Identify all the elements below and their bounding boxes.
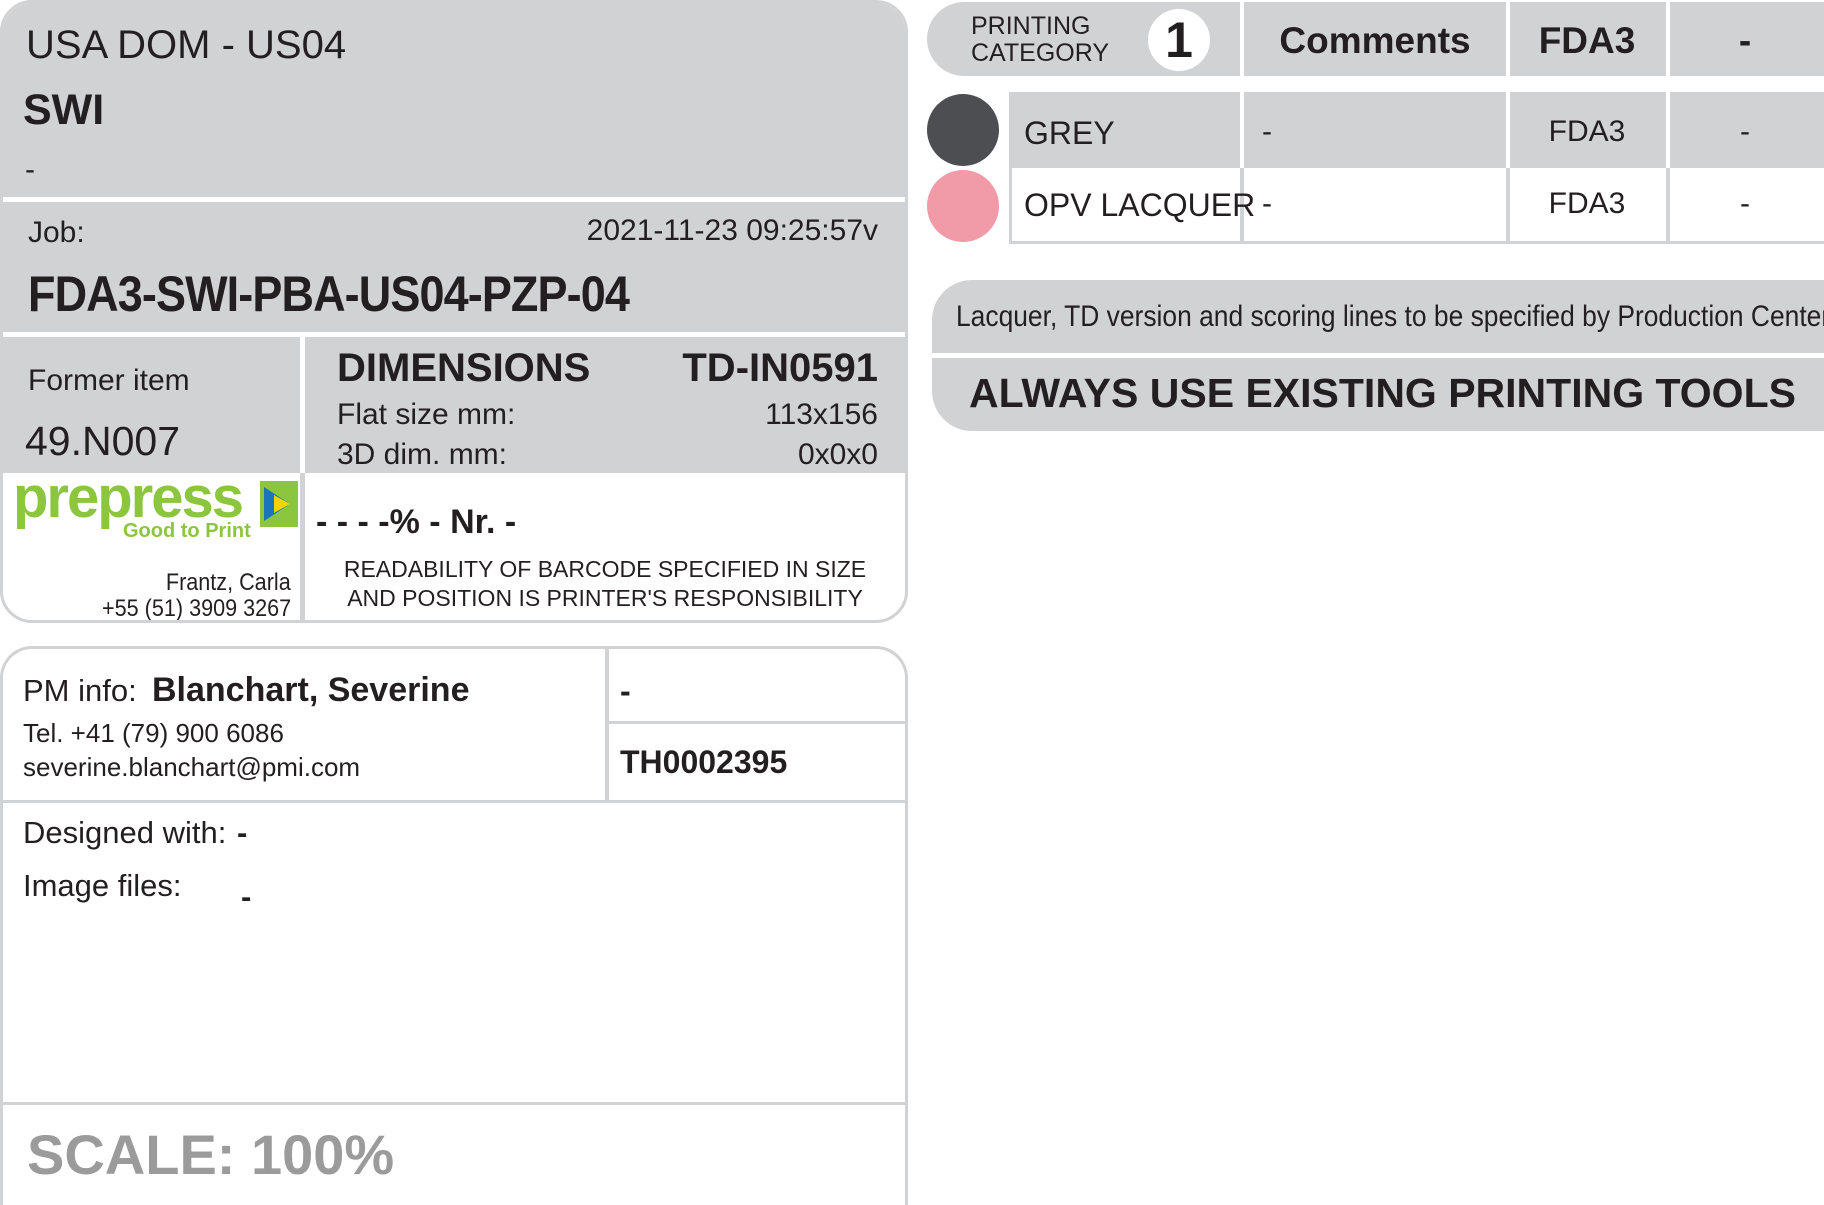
header-sep-1 <box>1240 2 1244 76</box>
td-code: TD-IN0591 <box>682 346 878 390</box>
last-header: - <box>1738 20 1752 61</box>
job-code: FDA3-SWI-PBA-US04-PZP-04 <box>28 266 630 322</box>
header-subtitle: - <box>25 153 35 186</box>
comments-header: Comments <box>1279 20 1471 61</box>
color-comment: - <box>1262 187 1272 220</box>
scale-text: SCALE: 100% <box>27 1123 395 1186</box>
color-last: - <box>1740 187 1750 220</box>
logo-word: prepress <box>13 465 244 530</box>
image-files-label: Image files: <box>23 868 182 903</box>
color-fda: FDA3 <box>1548 115 1626 148</box>
notice-line-1: Lacquer, TD version and scoring lines to… <box>956 300 1824 333</box>
contact-name: Frantz, Carla <box>166 569 291 596</box>
color-swatch-grey <box>927 94 999 166</box>
barcode-spec: - - - -% - Nr. - <box>316 503 517 541</box>
logo-arrow-icon <box>260 481 298 527</box>
pm-field-divider <box>609 721 905 724</box>
color-last: - <box>1740 115 1750 148</box>
scale-divider <box>3 1102 905 1105</box>
notice-line-2: ALWAYS USE EXISTING PRINTING TOOLS <box>969 370 1796 416</box>
pm-bottom-divider <box>3 800 905 803</box>
fda-header: FDA3 <box>1538 20 1636 61</box>
job-label: Job: <box>28 216 85 249</box>
category-label-1: PRINTING <box>971 12 1091 40</box>
category-number-badge: 1 <box>1148 9 1210 71</box>
row1-sep-3 <box>1666 92 1670 168</box>
region-label: USA DOM - US04 <box>26 23 347 67</box>
category-label-2: CATEGORY <box>971 39 1109 67</box>
prepress-logo: prepress Good to Print <box>13 469 303 543</box>
brand-label: SWI <box>23 86 105 134</box>
dim3d-label: 3D dim. mm: <box>337 438 508 471</box>
job-timestamp: 2021-11-23 09:25:57v <box>586 214 878 247</box>
color-row-grey <box>1009 92 1824 168</box>
pm-tel: Tel. +41 (79) 900 6086 <box>23 718 284 748</box>
pm-info-card: PM info: Blanchart, Severine Tel. +41 (7… <box>0 646 908 1205</box>
category-number: 1 <box>1165 12 1193 68</box>
header-sep-2 <box>1506 2 1510 76</box>
flat-size-value: 113x156 <box>765 398 878 431</box>
color-fda: FDA3 <box>1548 187 1626 220</box>
flat-size-label: Flat size mm: <box>337 398 516 431</box>
row1-sep-1 <box>1240 92 1244 168</box>
logo-tagline: Good to Print <box>123 520 251 542</box>
header-sep-3 <box>1666 2 1670 76</box>
row2-sep-3 <box>1666 168 1670 244</box>
row2-sep-2 <box>1506 168 1510 244</box>
job-info-card: USA DOM - US04 SWI - Job: 2021-11-23 09:… <box>0 0 908 623</box>
dim3d-value: 0x0x0 <box>797 438 878 471</box>
designed-with-value: - <box>237 815 248 850</box>
dimensions-title: DIMENSIONS <box>337 346 591 390</box>
pm-field2: TH0002395 <box>620 744 788 780</box>
pm-email: severine.blanchart@pmi.com <box>23 752 361 782</box>
pm-label: PM info: <box>23 673 137 708</box>
pm-vertical-divider <box>605 649 609 800</box>
contact-phone: +55 (51) 3909 3267 <box>101 595 291 622</box>
barcode-note-1: READABILITY OF BARCODE SPECIFIED IN SIZE <box>343 556 867 582</box>
notice-divider <box>932 353 1824 358</box>
image-files-value: - <box>241 879 252 914</box>
barcode-note-2: AND POSITION IS PRINTER'S RESPONSIBILITY <box>347 585 863 611</box>
designed-with-label: Designed with: <box>23 815 227 850</box>
color-name: GREY <box>1024 115 1115 151</box>
former-item-label: Former item <box>28 364 190 397</box>
pm-field1: - <box>620 673 631 709</box>
row1-sep-2 <box>1506 92 1510 168</box>
former-item-value: 49.N007 <box>25 418 181 464</box>
pm-name: Blanchart, Severine <box>152 671 470 709</box>
color-swatch-opv <box>927 170 999 242</box>
color-name: OPV LACQUER <box>1024 187 1256 223</box>
color-comment: - <box>1262 115 1272 148</box>
